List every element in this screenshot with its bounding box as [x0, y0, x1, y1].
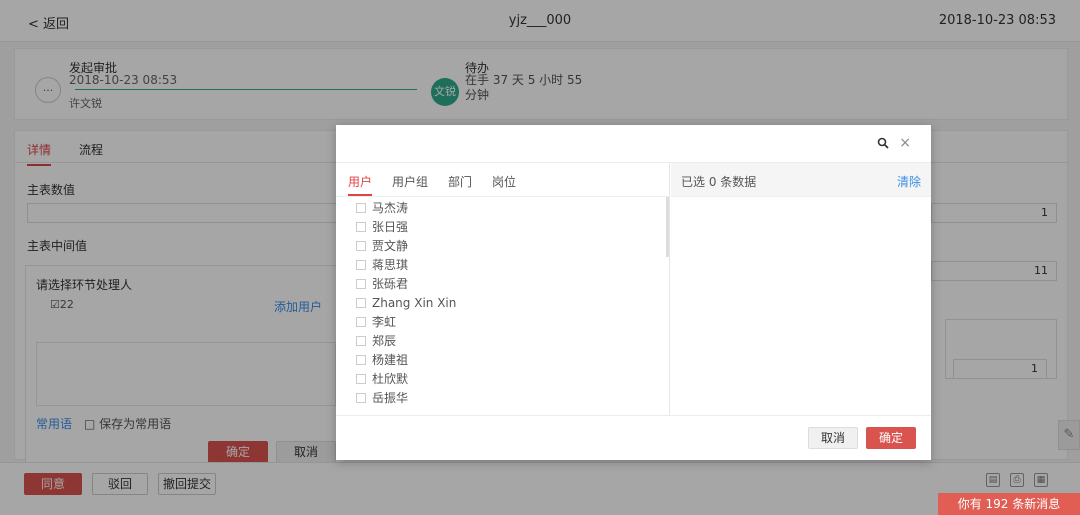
list-item[interactable]: 马杰涛 [356, 199, 408, 217]
user-picker-modal: × 用户 用户组 部门 岗位 马杰涛 张日强 贾文静 蒋思琪 张砾君 Zhang… [336, 125, 931, 460]
new-messages-bar[interactable]: 你有 192 条新消息 [938, 493, 1080, 515]
list-item[interactable]: 贾文静 [356, 237, 408, 255]
checkbox-icon[interactable] [356, 279, 366, 289]
list-item[interactable]: 郑辰 [356, 332, 396, 350]
list-item[interactable]: 杜欣默 [356, 370, 408, 388]
checkbox-icon[interactable] [356, 317, 366, 327]
list-item[interactable]: 蒋思琪 [356, 256, 408, 274]
ok-button[interactable]: 确定 [866, 427, 916, 449]
selected-panel: 已选 0 条数据 清除 [671, 163, 931, 415]
picker-tabs: 用户 用户组 部门 岗位 [336, 163, 670, 197]
list-item[interactable]: 杨建祖 [356, 351, 408, 369]
list-item[interactable]: 李虹 [356, 313, 396, 331]
tab-user[interactable]: 用户 [348, 173, 373, 196]
user-list-panel: 用户 用户组 部门 岗位 马杰涛 张日强 贾文静 蒋思琪 张砾君 Zhang X… [336, 163, 670, 415]
selected-count: 已选 0 条数据 [681, 175, 757, 189]
list-item[interactable]: 岳振华 [356, 389, 408, 407]
modal-footer: 取消 确定 [336, 415, 931, 460]
user-list: 马杰涛 张日强 贾文静 蒋思琪 张砾君 Zhang Xin Xin 李虹 郑辰 … [336, 197, 670, 415]
search-icon[interactable] [877, 137, 891, 151]
tab-position[interactable]: 岗位 [492, 173, 516, 190]
list-item[interactable]: 张日强 [356, 218, 408, 236]
checkbox-icon[interactable] [356, 336, 366, 346]
scrollbar[interactable] [666, 197, 669, 257]
checkbox-icon[interactable] [356, 203, 366, 213]
checkbox-icon[interactable] [356, 355, 366, 365]
clear-button[interactable]: 清除 [897, 173, 921, 190]
modal-header: × [336, 125, 931, 163]
list-item[interactable]: Zhang Xin Xin [356, 294, 456, 312]
checkbox-icon[interactable] [356, 374, 366, 384]
close-icon[interactable]: × [899, 135, 911, 151]
tab-department[interactable]: 部门 [448, 173, 472, 190]
tab-user-group[interactable]: 用户组 [392, 173, 428, 190]
list-item[interactable]: 张砾君 [356, 275, 408, 293]
checkbox-icon[interactable] [356, 298, 366, 308]
selected-header: 已选 0 条数据 清除 [671, 163, 931, 197]
checkbox-icon[interactable] [356, 260, 366, 270]
checkbox-icon[interactable] [356, 393, 366, 403]
checkbox-icon[interactable] [356, 222, 366, 232]
cancel-button[interactable]: 取消 [808, 427, 858, 449]
checkbox-icon[interactable] [356, 241, 366, 251]
